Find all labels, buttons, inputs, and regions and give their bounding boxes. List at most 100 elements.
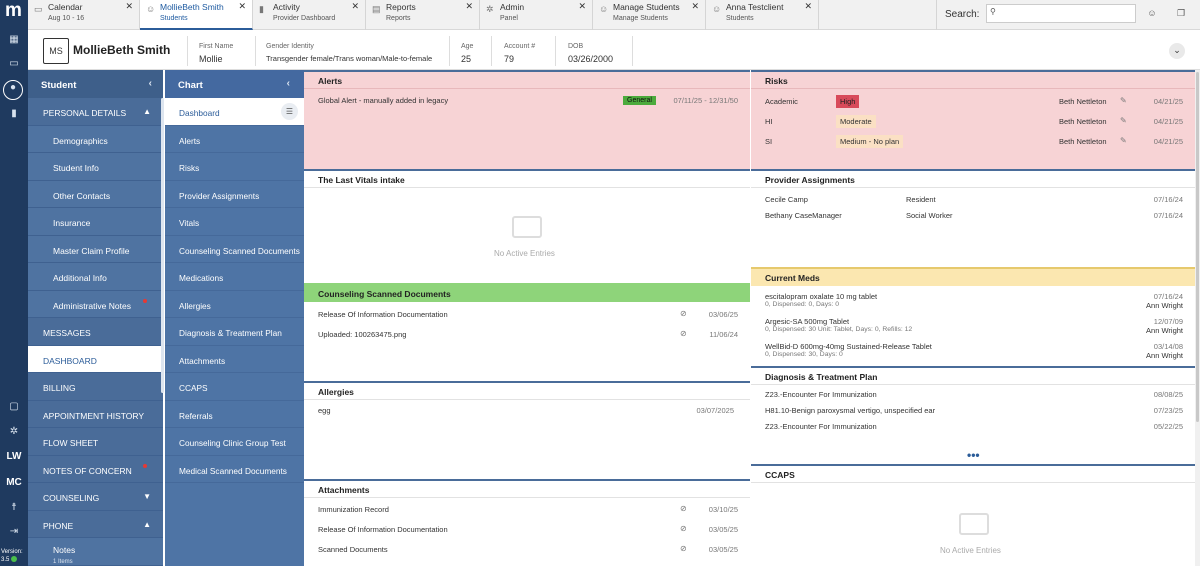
list-item[interactable]: HI Moderate Beth Nettleton ✎ 04/21/25 bbox=[765, 115, 1183, 128]
chart-item-diagnosis[interactable]: Diagnosis & Treatment Plan bbox=[165, 318, 304, 346]
chart-item-counseling-clinic-group-test[interactable]: Counseling Clinic Group Test bbox=[165, 428, 304, 456]
sidebar-item-administrative-notes[interactable]: Administrative Notes bbox=[28, 290, 163, 318]
gear-icon: ✲ bbox=[486, 4, 494, 14]
tab-anna-testclient[interactable]: ☺ Anna Testclient Students ✕ bbox=[706, 0, 819, 30]
sidebar-item-appointment-history[interactable]: APPOINTMENT HISTORY bbox=[28, 401, 163, 428]
list-item[interactable]: egg 03/07/2025 bbox=[318, 406, 734, 415]
close-icon[interactable]: ✕ bbox=[691, 1, 699, 12]
tab-admin[interactable]: ✲ Admin Panel ✕ bbox=[480, 0, 593, 30]
paperclip-icon[interactable]: ⊘ bbox=[680, 544, 687, 553]
list-item[interactable]: Release Of Information Documentation ⊘ 0… bbox=[318, 309, 738, 319]
risk-date: 04/21/25 bbox=[1153, 117, 1183, 126]
list-item[interactable]: Z23.-Encounter For Immunization 05/22/25 bbox=[765, 422, 1183, 431]
sidebar-item-additional-info[interactable]: Additional Info bbox=[28, 263, 163, 291]
tab-calendar[interactable]: ▭ Calendar Aug 10 - 16 ✕ bbox=[28, 0, 140, 30]
inbox-icon bbox=[959, 513, 989, 535]
settings-sliders-icon[interactable]: ☰ bbox=[281, 103, 298, 120]
user-icon[interactable]: ● bbox=[3, 80, 23, 100]
chart-item-attachments[interactable]: Attachments bbox=[165, 346, 304, 373]
list-item[interactable]: Z23.-Encounter For Immunization 08/08/25 bbox=[765, 390, 1183, 399]
list-item[interactable]: escitalopram oxalate 10 mg tablet 0, Dis… bbox=[765, 292, 1183, 310]
calendar-icon[interactable]: ▭ bbox=[7, 57, 21, 71]
chart-item-label: Counseling Clinic Group Test bbox=[179, 438, 286, 448]
chat-icon[interactable]: ▢ bbox=[7, 400, 21, 414]
tab-manage-students[interactable]: ☺ Manage Students Manage Students ✕ bbox=[593, 0, 706, 30]
sidebar-item-counseling[interactable]: COUNSELING ▼ bbox=[28, 483, 163, 511]
chart-item-vitals[interactable]: Vitals bbox=[165, 208, 304, 236]
sidebar-item-billing[interactable]: BILLING bbox=[28, 373, 163, 401]
chart-item-alerts[interactable]: Alerts bbox=[165, 126, 304, 153]
sidebar-item-insurance[interactable]: Insurance bbox=[28, 208, 163, 236]
lw-link[interactable]: LW bbox=[3, 450, 25, 464]
chart-item-counseling-scanned-documents[interactable]: Counseling Scanned Documents bbox=[165, 236, 304, 263]
app-logo[interactable]: m bbox=[5, 1, 23, 21]
user-settings-icon[interactable]: ☺ bbox=[1144, 5, 1160, 21]
sidebar-item-flow-sheet[interactable]: FLOW SHEET bbox=[28, 428, 163, 456]
chevron-down-icon: ▼ bbox=[143, 492, 151, 501]
list-item[interactable]: Global Alert - manually added in legacy … bbox=[318, 96, 738, 105]
sidebar-item-personal-details[interactable]: PERSONAL DETAILS ▲ bbox=[28, 98, 163, 126]
list-item[interactable]: Scanned Documents ⊘ 03/05/25 bbox=[318, 544, 738, 554]
chevron-left-icon[interactable]: ‹ bbox=[149, 78, 152, 89]
chart-item-allergies[interactable]: Allergies bbox=[165, 291, 304, 318]
paperclip-icon[interactable]: ⊘ bbox=[680, 524, 687, 533]
chart-icon[interactable]: ▮ bbox=[7, 107, 21, 121]
sidebar-item-other-contacts[interactable]: Other Contacts bbox=[28, 180, 163, 208]
sidebar-scrollbar[interactable] bbox=[161, 98, 164, 393]
edit-icon[interactable]: ✎ bbox=[1120, 96, 1127, 105]
list-item[interactable]: Uploaded: 100263475.png ⊘ 11/06/24 bbox=[318, 329, 738, 339]
copy-icon[interactable]: ❐ bbox=[1173, 5, 1189, 21]
accessibility-icon[interactable]: ☨ bbox=[7, 501, 21, 515]
chart-item-referrals[interactable]: Referrals bbox=[165, 401, 304, 428]
chart-item-ccaps[interactable]: CCAPS bbox=[165, 373, 304, 401]
list-item[interactable]: Immunization Record ⊘ 03/10/25 bbox=[318, 504, 738, 514]
logout-icon[interactable]: ⇥ bbox=[7, 525, 21, 539]
grid-icon[interactable]: ▦ bbox=[7, 33, 21, 47]
patient-name: MollieBeth Smith bbox=[73, 43, 171, 57]
sidebar-item-student-info[interactable]: Student Info bbox=[28, 153, 163, 181]
scrollbar-thumb[interactable] bbox=[1196, 72, 1199, 422]
chart-item-medical-scanned-documents[interactable]: Medical Scanned Documents bbox=[165, 456, 304, 483]
sidebar-item-phone[interactable]: PHONE ▲ bbox=[28, 511, 163, 538]
close-icon[interactable]: ✕ bbox=[578, 1, 586, 12]
list-item[interactable]: WellBid-D 600mg-40mg Sustained-Release T… bbox=[765, 342, 1183, 360]
tab-subtitle: Reports bbox=[386, 15, 411, 22]
paperclip-icon[interactable]: ⊘ bbox=[680, 504, 687, 513]
mc-link[interactable]: MC bbox=[3, 476, 25, 490]
list-item[interactable]: SI Medium - No plan Beth Nettleton ✎ 04/… bbox=[765, 135, 1183, 148]
tab-reports[interactable]: ▤ Reports Reports ✕ bbox=[366, 0, 480, 30]
sidebar-item-messages[interactable]: MESSAGES bbox=[28, 318, 163, 346]
list-item[interactable]: Cecile Camp Resident 07/16/24 bbox=[765, 195, 1183, 204]
tab-activity[interactable]: ▮ Activity Provider Dashboard ✕ bbox=[253, 0, 366, 30]
paperclip-icon[interactable]: ⊘ bbox=[680, 329, 687, 338]
search-input[interactable] bbox=[986, 4, 1136, 23]
sidebar-item-demographics[interactable]: Demographics bbox=[28, 125, 163, 153]
edit-icon[interactable]: ✎ bbox=[1120, 136, 1127, 145]
list-item[interactable]: Academic High Beth Nettleton ✎ 04/21/25 bbox=[765, 95, 1183, 108]
sidebar-item-notes-of-concern[interactable]: NOTES OF CONCERN bbox=[28, 456, 163, 483]
paperclip-icon[interactable]: ⊘ bbox=[680, 309, 687, 318]
sidebar-item-dashboard[interactable]: DASHBOARD bbox=[28, 345, 163, 373]
main-scrollbar[interactable] bbox=[1195, 70, 1200, 566]
close-icon[interactable]: ✕ bbox=[351, 1, 359, 12]
close-icon[interactable]: ✕ bbox=[238, 1, 246, 12]
tab-molliebeth-smith[interactable]: ☺ MollieBeth Smith Students ✕ bbox=[140, 0, 253, 30]
close-icon[interactable]: ✕ bbox=[125, 1, 133, 12]
more-button[interactable]: ••• bbox=[967, 448, 980, 462]
chevron-left-icon[interactable]: ‹ bbox=[287, 78, 290, 89]
chart-item-provider-assignments[interactable]: Provider Assignments bbox=[165, 181, 304, 208]
chart-item-medications[interactable]: Medications bbox=[165, 263, 304, 291]
list-item[interactable]: Release Of Information Documentation ⊘ 0… bbox=[318, 524, 738, 534]
chart-item-risks[interactable]: Risks bbox=[165, 153, 304, 181]
close-icon[interactable]: ✕ bbox=[804, 1, 812, 12]
list-item[interactable]: H81.10-Benign paroxysmal vertigo, unspec… bbox=[765, 406, 1183, 415]
edit-icon[interactable]: ✎ bbox=[1120, 116, 1127, 125]
list-item[interactable]: Argesic-SA 500mg Tablet 0, Dispensed: 30… bbox=[765, 317, 1183, 335]
chevron-down-icon[interactable]: ⌄ bbox=[1169, 43, 1185, 59]
close-icon[interactable]: ✕ bbox=[465, 1, 473, 12]
sidebar-item-master-claim-profile[interactable]: Master Claim Profile bbox=[28, 235, 163, 263]
chart-item-dashboard[interactable]: Dashboard ☰ bbox=[165, 98, 304, 126]
settings-icon[interactable]: ✲ bbox=[7, 425, 21, 439]
sidebar-item-notes[interactable]: Notes 1 Items bbox=[28, 538, 163, 566]
list-item[interactable]: Bethany CaseManager Social Worker 07/16/… bbox=[765, 211, 1183, 220]
